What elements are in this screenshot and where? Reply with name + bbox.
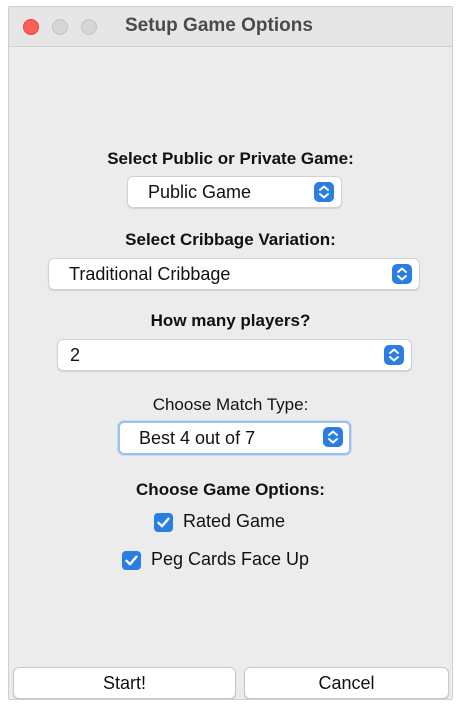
match-type-value: Best 4 out of 7 [139,428,256,448]
public-private-value: Public Game [148,182,252,202]
chevron-up-down-icon [323,427,343,447]
variation-label: Select Cribbage Variation: [125,230,336,249]
match-type-label: Choose Match Type: [152,395,309,414]
rated-game-label: Rated Game [183,511,286,531]
variation-select[interactable]: Traditional Cribbage [48,258,420,290]
start-button[interactable]: Start! [13,667,236,699]
players-label: How many players? [150,311,311,330]
players-select[interactable]: 2 [57,339,412,371]
chevron-up-down-icon [384,345,404,365]
chevron-up-down-icon [392,264,412,284]
players-value: 2 [70,345,81,365]
minimize-window-button[interactable] [52,19,68,35]
public-private-label: Select Public or Private Game: [107,149,354,168]
chevron-up-down-icon [314,182,334,202]
cancel-button[interactable]: Cancel [244,667,449,699]
window-title: Setup Game Options [125,15,313,36]
setup-game-options-window: Setup Game Options Select Public or Priv… [8,6,453,700]
variation-value: Traditional Cribbage [69,264,231,284]
peg-cards-checkbox[interactable] [122,551,141,570]
public-private-select[interactable]: Public Game [127,176,342,208]
zoom-window-button[interactable] [81,19,97,35]
match-type-select[interactable]: Best 4 out of 7 [118,421,351,455]
close-window-button[interactable] [23,19,39,35]
rated-game-checkbox[interactable] [154,513,173,532]
title-bar: Setup Game Options [9,7,452,47]
game-options-label: Choose Game Options: [136,480,325,499]
peg-cards-label: Peg Cards Face Up [151,549,310,569]
